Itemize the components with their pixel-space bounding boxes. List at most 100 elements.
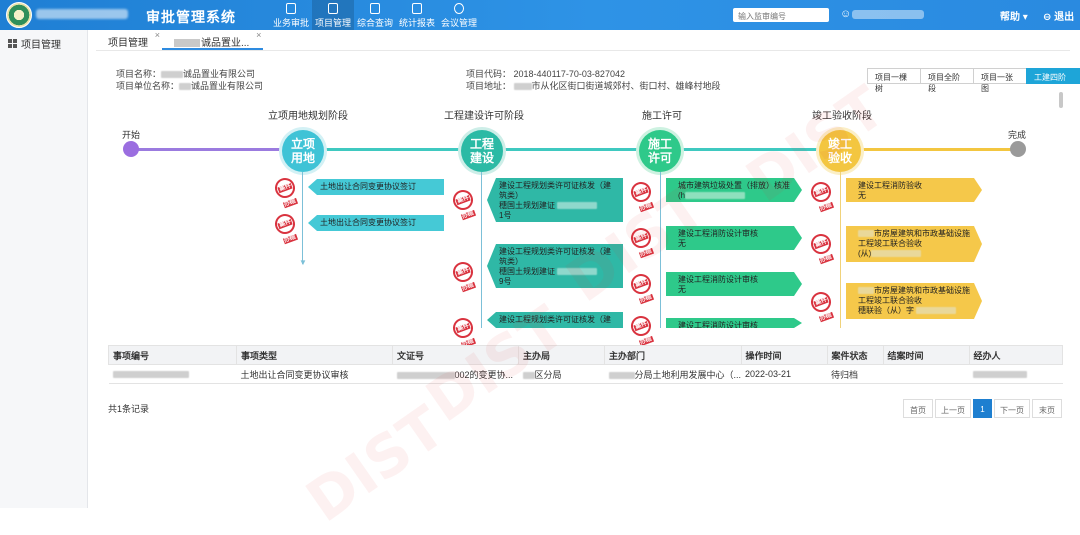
- completed-stamp: 案件办结: [808, 179, 834, 213]
- phase-label-acceptance: 竣工验收阶段: [812, 111, 872, 122]
- task-card[interactable]: 市房屋建筑和市政基础设施 工程竣工联合验收 穗联验（从）字: [846, 283, 982, 319]
- cell-license-number: 002的变更协...: [392, 364, 519, 384]
- task-text: (从): [858, 249, 872, 258]
- task-card[interactable]: 建设工程消防验收无: [846, 178, 982, 202]
- task-card[interactable]: 建设工程消防设计审核无: [666, 272, 802, 296]
- sidebar-item-project-management[interactable]: 项目管理: [8, 36, 61, 51]
- view-four-stages-button[interactable]: 工建四阶段: [1026, 68, 1080, 93]
- nav-business-approval[interactable]: 业务审批: [270, 0, 312, 30]
- stage-acceptance[interactable]: 竣工 验收: [819, 130, 861, 172]
- last-page-button[interactable]: 末页: [1032, 399, 1062, 418]
- flow-line-start: [130, 148, 290, 151]
- redacted-text: [557, 202, 598, 210]
- project-unit-value: 诚品置业有限公司: [191, 81, 264, 91]
- cell-status: 待归档: [827, 364, 884, 384]
- task-text: 建设工程规划类许可证核发（建: [499, 181, 611, 190]
- nav-label: 统计报表: [398, 18, 435, 28]
- task-text: 建设工程消防设计审核: [678, 275, 758, 284]
- flow-line-end: [840, 148, 1018, 151]
- task-text: 土地出让合同变更协议签订: [320, 182, 416, 191]
- task-text: 建设工程消防验收: [858, 181, 922, 190]
- top-header: 审批管理系统 业务审批 项目管理 综合查询 统计报表 会议管理 ☺ 帮助 ▾ ⊖…: [0, 0, 1080, 30]
- tab-project-management[interactable]: 项目管理 ×: [96, 30, 162, 50]
- task-card[interactable]: 建设工程规划类许可证核发（建: [487, 312, 623, 328]
- tab-divider: [96, 50, 1070, 51]
- project-info-left: 项目名称： 诚品置业有限公司 项目单位名称： 诚品置业有限公司: [116, 68, 263, 92]
- nav-reports[interactable]: 统计报表: [396, 0, 438, 30]
- task-card[interactable]: 建设工程规划类许可证核发（建 筑类） 穗国土规划建证 9号: [487, 244, 623, 288]
- task-card[interactable]: 城市建筑垃圾处置（排放）核准 (h: [666, 178, 802, 202]
- edit-icon: [286, 3, 296, 14]
- nav-label: 会议管理: [440, 18, 477, 28]
- completed-stamp: 案件办结: [450, 187, 476, 221]
- help-menu[interactable]: 帮助 ▾: [1000, 8, 1028, 23]
- col-header[interactable]: 经办人: [968, 345, 1064, 365]
- stage-text: 建设: [469, 151, 494, 165]
- col-header[interactable]: 主办局: [518, 345, 605, 365]
- col-header[interactable]: 事项类型: [236, 345, 393, 365]
- task-text: 建设工程消防设计审核: [678, 229, 758, 238]
- stage-engineering[interactable]: 工程 建设: [461, 130, 503, 172]
- task-card[interactable]: 建设工程规划类许可证核发（建 筑类） 穗国土规划建证 1号: [487, 178, 623, 222]
- first-page-button[interactable]: 首页: [903, 399, 933, 418]
- redacted-text: [161, 71, 184, 79]
- view-all-phases-button[interactable]: 项目全阶段: [920, 68, 974, 93]
- logout-button[interactable]: ⊖ 退出: [1043, 8, 1074, 23]
- task-text: 筑类）: [499, 257, 523, 266]
- start-label: 开始: [122, 130, 141, 140]
- col-header[interactable]: 结案时间: [882, 345, 970, 365]
- task-text: 穗国土规划建证: [499, 201, 555, 210]
- user-icon[interactable]: ☺: [840, 8, 851, 20]
- nav-meetings[interactable]: 会议管理: [438, 0, 480, 30]
- stage-construction[interactable]: 施工 许可: [639, 130, 681, 172]
- project-unit-label: 项目单位名称：: [116, 81, 180, 91]
- search-input[interactable]: [733, 8, 829, 22]
- scrollbar-thumb[interactable]: [1059, 92, 1063, 108]
- task-card[interactable]: 建设工程消防设计审核: [666, 318, 802, 328]
- end-dot: [1010, 141, 1026, 157]
- task-card[interactable]: 市房屋建筑和市政基础设施 工程竣工联合验收 (从): [846, 226, 982, 262]
- completed-stamp: 案件办结: [808, 231, 834, 265]
- stage-land-use[interactable]: 立项 用地: [282, 130, 324, 172]
- flow-line-middle: [300, 148, 830, 151]
- prev-page-button[interactable]: 上一页: [935, 399, 971, 418]
- cell-bureau: 区分局: [518, 364, 605, 384]
- task-card[interactable]: 土地出让合同变更协议签订: [308, 215, 444, 231]
- redacted-text: [174, 39, 200, 48]
- table-row[interactable]: 土地出让合同变更协议审核 002的变更协... 区分局 分局土地利用发展中心（.…: [108, 364, 1063, 384]
- stage-connector: [302, 172, 303, 264]
- stage-text: 许可: [647, 151, 672, 165]
- phase-label-land: 立项用地规划阶段: [268, 111, 348, 122]
- close-icon[interactable]: ×: [155, 30, 160, 40]
- stage-text: 验收: [827, 151, 852, 165]
- stage-connector: [660, 172, 661, 328]
- cell-item-type: 土地出让合同变更协议审核: [236, 364, 393, 384]
- nav-query[interactable]: 综合查询: [354, 0, 396, 30]
- stage-text: 用地: [290, 151, 315, 165]
- completed-stamp: 案件办结: [628, 225, 654, 259]
- view-project-map-button[interactable]: 项目一张图: [973, 68, 1027, 93]
- cell-closed-time: [883, 364, 970, 384]
- col-header[interactable]: 事项编号: [108, 345, 237, 365]
- task-card[interactable]: 建设工程消防设计审核无: [666, 226, 802, 250]
- start-dot: [123, 141, 139, 157]
- phase-label-construction: 施工许可: [642, 111, 682, 122]
- stage-connector: [481, 172, 482, 328]
- task-card[interactable]: 土地出让合同变更协议签订: [308, 179, 444, 195]
- username-redacted: [852, 10, 924, 19]
- col-header[interactable]: 文证号: [392, 345, 519, 365]
- table-header-row: 事项编号 事项类型 文证号 主办局 主办部门 操作时间 案件状态 结案时间 经办…: [108, 345, 1064, 365]
- redacted-text: [608, 371, 635, 379]
- stage-text: 工程: [469, 137, 494, 151]
- project-name-label: 项目名称：: [116, 69, 162, 79]
- close-icon[interactable]: ×: [256, 30, 261, 40]
- tab-project-detail[interactable]: 诚品置业... ×: [162, 30, 264, 50]
- col-header[interactable]: 主办部门: [604, 345, 742, 365]
- col-header[interactable]: 操作时间: [740, 345, 828, 365]
- task-text: 建设工程规划类许可证核发（建: [499, 315, 611, 324]
- next-page-button[interactable]: 下一页: [994, 399, 1030, 418]
- view-project-tree-button[interactable]: 项目一棵树: [867, 68, 921, 93]
- page-number-button[interactable]: 1: [973, 399, 992, 418]
- nav-project-management[interactable]: 项目管理: [312, 0, 354, 30]
- col-header[interactable]: 案件状态: [826, 345, 884, 365]
